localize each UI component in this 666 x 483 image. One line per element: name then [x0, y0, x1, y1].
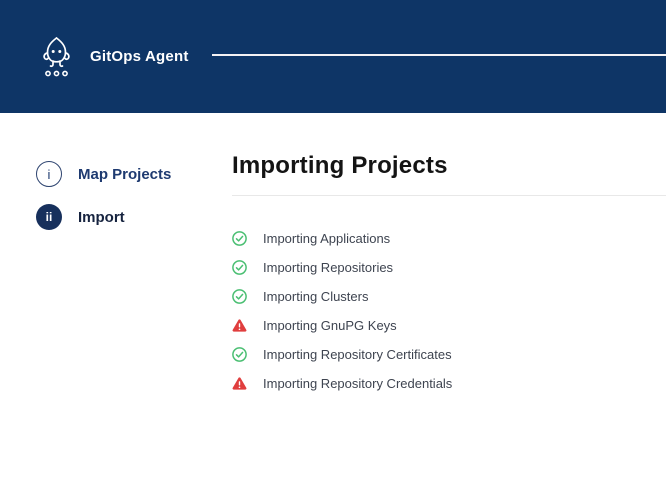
step-label: Map Projects	[78, 166, 171, 183]
warning-triangle-icon	[232, 318, 247, 333]
success-check-icon	[232, 260, 247, 275]
success-check-icon	[232, 347, 247, 362]
status-item: Importing GnuPG Keys	[232, 311, 666, 340]
status-item-label: Importing Applications	[263, 231, 390, 246]
step-label: Import	[78, 209, 125, 226]
status-item-label: Importing GnuPG Keys	[263, 318, 397, 333]
import-status-list: Importing Applications Importing Reposit…	[232, 224, 666, 398]
status-item: Importing Repository Certificates	[232, 340, 666, 369]
importing-projects-page: { "header": { "app_title": "GitOps Agent…	[0, 0, 666, 483]
status-item: Importing Repositories	[232, 253, 666, 282]
wizard-step-import[interactable]: ii Import	[36, 204, 171, 230]
step-number-circle: ii	[36, 204, 62, 230]
status-item: Importing Applications	[232, 224, 666, 253]
status-item: Importing Repository Credentials	[232, 369, 666, 398]
warning-triangle-icon	[232, 376, 247, 391]
title-divider	[232, 195, 666, 196]
status-item-label: Importing Repositories	[263, 260, 393, 275]
app-header: GitOps Agent	[0, 0, 666, 113]
status-item-label: Importing Repository Certificates	[263, 347, 452, 362]
argo-octopus-icon	[40, 36, 73, 78]
header-divider-line	[212, 54, 666, 56]
success-check-icon	[232, 231, 247, 246]
success-check-icon	[232, 289, 247, 304]
page-title: Importing Projects	[232, 152, 666, 180]
wizard-steps-sidebar: i Map Projects ii Import	[36, 161, 171, 247]
wizard-step-map-projects[interactable]: i Map Projects	[36, 161, 171, 187]
app-title: GitOps Agent	[90, 48, 189, 65]
status-item: Importing Clusters	[232, 282, 666, 311]
step-number-circle: i	[36, 161, 62, 187]
status-item-label: Importing Repository Credentials	[263, 376, 452, 391]
main-content: Importing Projects Importing Application…	[232, 152, 666, 398]
status-item-label: Importing Clusters	[263, 289, 368, 304]
